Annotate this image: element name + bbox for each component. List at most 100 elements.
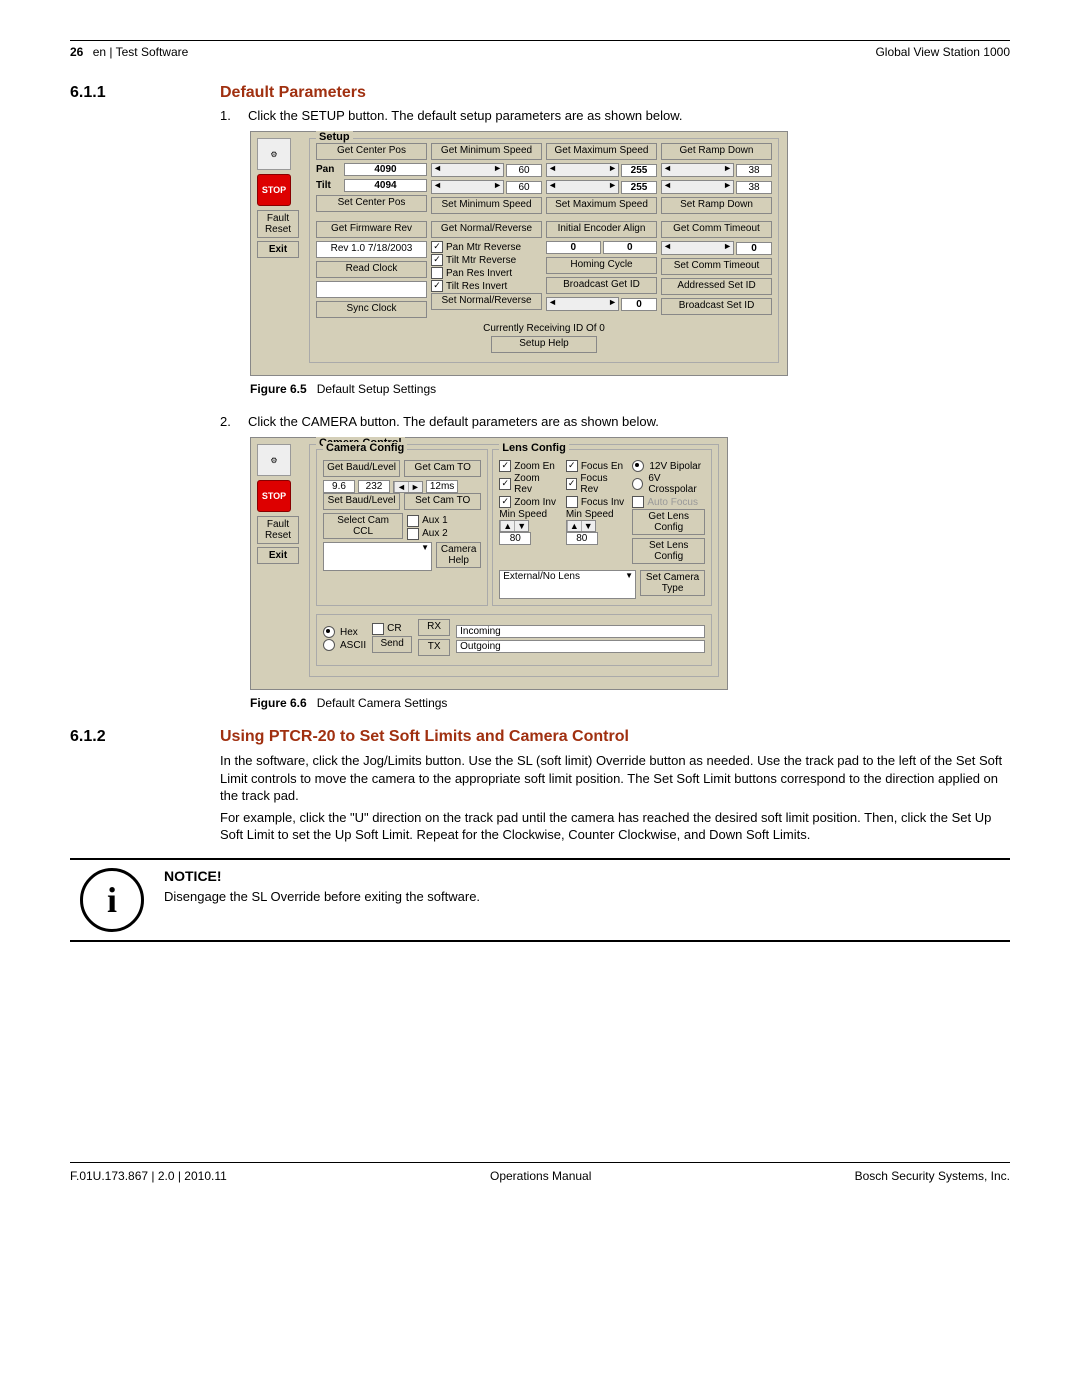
get-firmware-button[interactable]: Get Firmware Rev bbox=[316, 221, 427, 238]
set-camera-type-button[interactable]: Set Camera Type bbox=[640, 570, 705, 596]
send-button[interactable]: Send bbox=[372, 636, 412, 653]
get-cam-to-button[interactable]: Get Cam TO bbox=[404, 460, 481, 477]
focus-rev-checkbox[interactable]: ✓ bbox=[566, 478, 578, 490]
baud-value: 9.6 bbox=[323, 480, 355, 493]
step-number: 2. bbox=[220, 414, 248, 429]
notice-block: i NOTICE! Disengage the SL Override befo… bbox=[70, 858, 1010, 942]
section-number: 6.1.2 bbox=[70, 728, 220, 746]
camera-help-button[interactable]: Camera Help bbox=[436, 542, 481, 568]
broadcast-value: 0 bbox=[621, 298, 657, 311]
tilt-max-slider[interactable] bbox=[546, 180, 619, 194]
set-baud-button[interactable]: Set Baud/Level bbox=[323, 493, 400, 510]
set-lens-config-button[interactable]: Set Lens Config bbox=[632, 538, 705, 564]
aux1-label: Aux 1 bbox=[422, 515, 448, 526]
get-comm-timeout-button[interactable]: Get Comm Timeout bbox=[661, 221, 772, 238]
tilt-mtr-reverse-label: Tilt Mtr Reverse bbox=[446, 255, 516, 266]
cr-checkbox[interactable] bbox=[372, 623, 384, 635]
tx-field[interactable]: Outgoing bbox=[456, 640, 705, 653]
zoom-min-speed-label: Min Speed bbox=[499, 509, 560, 520]
comm-timeout-slider[interactable] bbox=[661, 241, 734, 255]
section-title: Using PTCR-20 to Set Soft Limits and Cam… bbox=[220, 728, 629, 746]
focus-min-speed-stepper[interactable]: ▲▼ bbox=[566, 520, 596, 532]
footer-center: Operations Manual bbox=[490, 1169, 591, 1183]
broadcast-set-id-button[interactable]: Broadcast Set ID bbox=[661, 298, 772, 315]
pan-mtr-reverse-checkbox[interactable]: ✓ bbox=[431, 241, 443, 253]
pan-res-invert-checkbox[interactable] bbox=[431, 267, 443, 279]
get-center-pos-button[interactable]: Get Center Pos bbox=[316, 143, 427, 160]
set-min-speed-button[interactable]: Set Minimum Speed bbox=[431, 197, 542, 214]
pan-max-slider[interactable] bbox=[546, 163, 619, 177]
enc-a-value: 0 bbox=[546, 241, 601, 254]
setup-help-button[interactable]: Setup Help bbox=[491, 336, 597, 353]
exit-button[interactable]: Exit bbox=[257, 241, 299, 258]
select-cam-ccl-button[interactable]: Select Cam CCL bbox=[323, 513, 403, 539]
focus-inv-checkbox[interactable] bbox=[566, 496, 578, 508]
tilt-mtr-reverse-checkbox[interactable]: ✓ bbox=[431, 254, 443, 266]
header-rule bbox=[70, 40, 1010, 41]
pan-label: Pan bbox=[316, 164, 342, 175]
get-min-speed-button[interactable]: Get Minimum Speed bbox=[431, 143, 542, 160]
ascii-radio[interactable] bbox=[323, 639, 335, 651]
stop-button[interactable]: STOP bbox=[257, 480, 291, 512]
auto-focus-checkbox[interactable] bbox=[632, 496, 644, 508]
focus-en-checkbox[interactable]: ✓ bbox=[566, 460, 578, 472]
step-text: Click the CAMERA button. The default par… bbox=[248, 414, 659, 429]
zoom-inv-checkbox[interactable]: ✓ bbox=[499, 496, 511, 508]
tilt-ramp-value: 38 bbox=[736, 181, 772, 194]
broadcast-get-id-button[interactable]: Broadcast Get ID bbox=[546, 277, 657, 294]
figure-65-label: Figure 6.5 bbox=[250, 382, 307, 396]
crosspolar-radio[interactable] bbox=[632, 478, 643, 490]
app-icon: ⚙ bbox=[257, 138, 291, 170]
set-ramp-down-button[interactable]: Set Ramp Down bbox=[661, 197, 772, 214]
aux1-checkbox[interactable] bbox=[407, 515, 419, 527]
zoom-inv-label: Zoom Inv bbox=[514, 497, 556, 508]
addressed-set-id-button[interactable]: Addressed Set ID bbox=[661, 278, 772, 295]
pan-ramp-slider[interactable] bbox=[661, 163, 734, 177]
hex-radio[interactable] bbox=[323, 626, 335, 638]
get-ramp-down-button[interactable]: Get Ramp Down bbox=[661, 143, 772, 160]
pan-min-slider[interactable] bbox=[431, 163, 504, 177]
initial-encoder-align-button[interactable]: Initial Encoder Align bbox=[546, 221, 657, 238]
tilt-min-slider[interactable] bbox=[431, 180, 504, 194]
tilt-res-invert-checkbox[interactable]: ✓ bbox=[431, 280, 443, 292]
camera-screenshot: ⚙ STOP Fault Reset Exit Camera Control C… bbox=[250, 437, 728, 690]
set-cam-to-button[interactable]: Set Cam TO bbox=[404, 493, 481, 510]
zoom-rev-label: Zoom Rev bbox=[514, 473, 560, 495]
get-baud-button[interactable]: Get Baud/Level bbox=[323, 460, 400, 477]
footer-right: Bosch Security Systems, Inc. bbox=[855, 1169, 1010, 1183]
zoom-en-checkbox[interactable]: ✓ bbox=[499, 460, 511, 472]
zoom-rev-checkbox[interactable]: ✓ bbox=[499, 478, 511, 490]
get-lens-config-button[interactable]: Get Lens Config bbox=[632, 509, 705, 535]
broadcast-slider[interactable] bbox=[546, 297, 619, 311]
lens-type-dropdown[interactable]: External/No Lens bbox=[499, 570, 636, 599]
cr-label: CR bbox=[387, 623, 401, 634]
product-name: Global View Station 1000 bbox=[875, 45, 1010, 59]
exit-button[interactable]: Exit bbox=[257, 547, 299, 564]
stop-button[interactable]: STOP bbox=[257, 174, 291, 206]
fault-reset-button[interactable]: Fault Reset bbox=[257, 516, 299, 544]
bipolar-radio[interactable] bbox=[632, 460, 644, 472]
get-normal-reverse-button[interactable]: Get Normal/Reverse bbox=[431, 221, 542, 238]
set-max-speed-button[interactable]: Set Maximum Speed bbox=[546, 197, 657, 214]
camera-config-title: Camera Config bbox=[323, 442, 407, 454]
set-center-pos-button[interactable]: Set Center Pos bbox=[316, 195, 427, 212]
rx-field[interactable]: Incoming bbox=[456, 625, 705, 638]
fault-reset-button[interactable]: Fault Reset bbox=[257, 210, 299, 238]
homing-cycle-button[interactable]: Homing Cycle bbox=[546, 257, 657, 274]
get-max-speed-button[interactable]: Get Maximum Speed bbox=[546, 143, 657, 160]
tilt-ramp-slider[interactable] bbox=[661, 180, 734, 194]
set-normal-reverse-button[interactable]: Set Normal/Reverse bbox=[431, 293, 542, 310]
aux2-checkbox[interactable] bbox=[407, 528, 419, 540]
lens-config-title: Lens Config bbox=[499, 442, 569, 454]
zoom-min-speed-stepper[interactable]: ▲▼ bbox=[499, 520, 529, 532]
proto-value: 232 bbox=[358, 480, 390, 493]
read-clock-button[interactable]: Read Clock bbox=[316, 261, 427, 278]
tilt-center-value: 4094 bbox=[344, 179, 427, 192]
auto-focus-label: Auto Focus bbox=[647, 497, 698, 508]
enc-b-value: 0 bbox=[603, 241, 658, 254]
cam-ccl-dropdown[interactable] bbox=[323, 542, 432, 571]
sync-clock-button[interactable]: Sync Clock bbox=[316, 301, 427, 318]
set-comm-timeout-button[interactable]: Set Comm Timeout bbox=[661, 258, 772, 275]
cam-to-stepper[interactable]: ◄► bbox=[393, 481, 423, 493]
page-header: 26 en | Test Software Global View Statio… bbox=[70, 45, 1010, 59]
